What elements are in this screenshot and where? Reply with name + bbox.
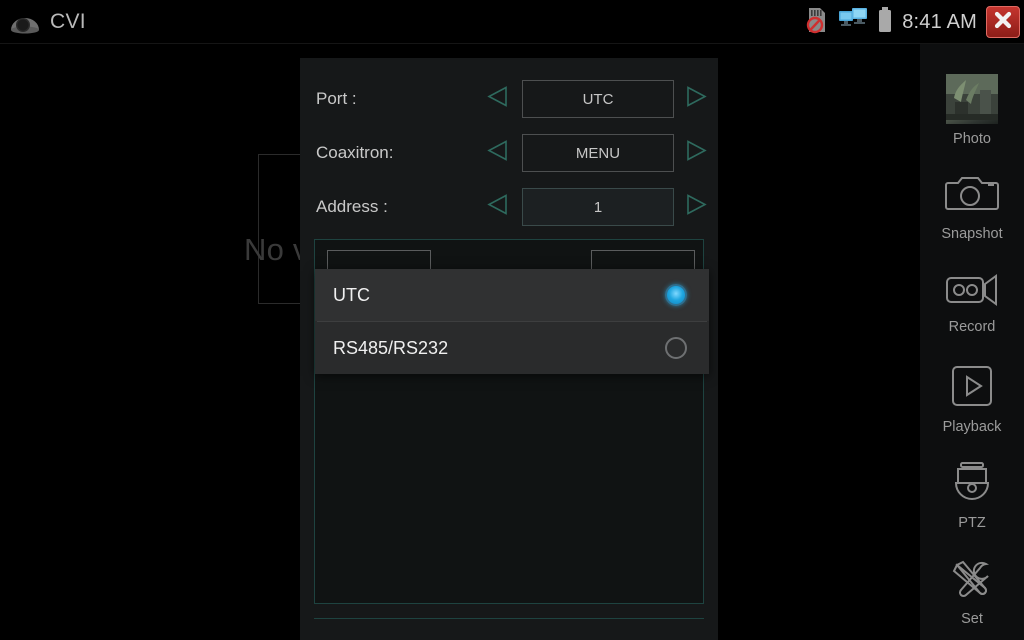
status-bar-right: 8:41 AM <box>805 0 1020 44</box>
dialog-button-row: OK Cancel <box>300 634 718 640</box>
dropdown-option-rs485-label: RS485/RS232 <box>333 337 449 358</box>
dropdown-option-utc[interactable]: UTC <box>315 269 709 321</box>
form-row-coaxitron: Coaxitron: MENU <box>300 126 718 180</box>
form-row-port: Port : UTC <box>300 72 718 126</box>
utc-settings-dialog: Port : UTC Coaxitron: MENU Address: 1 U… <box>300 58 718 640</box>
form-row-address: Address : 1 <box>300 180 718 234</box>
dome-camera-icon <box>8 8 42 36</box>
port-next-arrow-icon[interactable] <box>683 84 709 115</box>
photo-thumbnail-icon <box>946 73 998 125</box>
video-camera-icon <box>944 270 1000 313</box>
dropdown-option-utc-label: UTC <box>333 284 370 305</box>
play-icon <box>950 364 994 413</box>
status-bar-divider <box>0 43 1024 44</box>
dropdown-option-rs485[interactable]: RS485/RS232 <box>315 322 709 374</box>
address-next-arrow-icon[interactable] <box>683 192 709 223</box>
sidebar-item-ptz[interactable]: PTZ <box>920 447 1024 543</box>
sidebar-label-ptz: PTZ <box>958 514 986 531</box>
sidebar-label-photo: Photo <box>953 130 991 147</box>
settings-form: Port : UTC Coaxitron: MENU Address: 1 <box>300 58 718 226</box>
status-bar: CVI 8:41 AM <box>0 0 1024 44</box>
sidebar-item-photo[interactable]: Photo <box>920 62 1024 158</box>
sidebar-item-set[interactable]: Set <box>920 544 1024 640</box>
coaxitron-next-arrow-icon[interactable] <box>683 138 709 169</box>
radio-unselected-icon[interactable] <box>665 337 687 359</box>
port-dropdown-list: UTC RS485/RS232 <box>315 269 709 374</box>
status-bar-left: CVI <box>8 0 86 44</box>
sidebar-label-set: Set <box>961 611 983 628</box>
sidebar-item-playback[interactable]: Playback <box>920 351 1024 447</box>
sidebar-label-snapshot: Snapshot <box>941 225 1003 242</box>
ptz-dome-icon <box>947 460 997 509</box>
tools-icon <box>948 556 996 605</box>
port-value[interactable]: UTC <box>522 80 674 118</box>
port-prev-arrow-icon[interactable] <box>485 84 511 115</box>
sidebar-label-playback: Playback <box>942 418 1002 435</box>
port-label: Port : <box>316 89 357 108</box>
sidebar-label-record: Record <box>948 319 996 336</box>
battery-icon <box>877 6 893 39</box>
close-button[interactable] <box>986 6 1020 38</box>
coaxitron-prev-arrow-icon[interactable] <box>485 138 511 169</box>
address-value[interactable]: 1 <box>522 188 674 226</box>
right-sidebar: Photo Snapshot Record Playback PTZ Set <box>920 44 1024 640</box>
app-title: CVI <box>50 10 86 33</box>
address-label: Address : <box>316 197 388 216</box>
screen-root: No video signal input ! Port : UTC Coaxi… <box>0 0 1024 640</box>
network-monitors-icon <box>838 7 868 38</box>
dialog-divider <box>314 618 704 619</box>
clock: 8:41 AM <box>902 10 977 33</box>
coaxitron-value[interactable]: MENU <box>522 134 674 172</box>
address-prev-arrow-icon[interactable] <box>485 192 511 223</box>
coaxitron-label: Coaxitron: <box>316 143 394 162</box>
sidebar-item-snapshot[interactable]: Snapshot <box>920 158 1024 254</box>
camera-icon <box>944 171 1000 220</box>
radio-selected-icon[interactable] <box>665 284 687 306</box>
close-x-icon <box>992 9 1014 36</box>
sidebar-item-record[interactable]: Record <box>920 255 1024 351</box>
sdcard-disabled-icon <box>805 6 829 39</box>
